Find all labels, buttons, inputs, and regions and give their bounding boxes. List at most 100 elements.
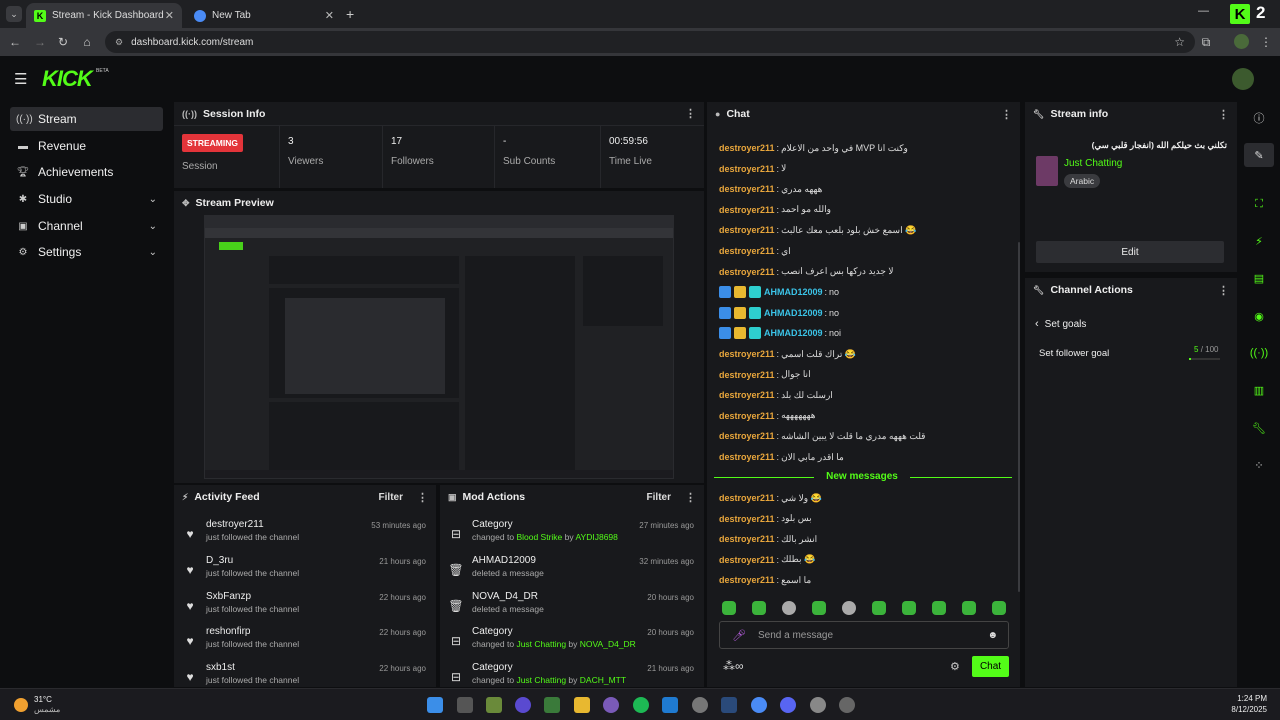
chat-username[interactable]: destroyer211 — [719, 267, 775, 277]
layout-icon[interactable]: ▥ — [1244, 378, 1274, 402]
chat-username[interactable]: destroyer211 — [719, 143, 775, 153]
chat-username[interactable]: destroyer211 — [719, 184, 775, 194]
chat-username[interactable]: destroyer211 — [719, 349, 775, 359]
emote-icon[interactable] — [992, 601, 1006, 615]
weather-temperature[interactable]: 31°C — [34, 695, 52, 704]
forward-icon[interactable]: → — [32, 34, 48, 50]
emoji-picker-icon[interactable]: ☻ — [987, 630, 998, 641]
sidebar-item-channel[interactable]: ▣ Channel ⌄ — [10, 214, 163, 238]
broadcast-icon[interactable]: ((·)) — [1244, 341, 1274, 365]
reload-icon[interactable]: ↻ — [55, 34, 71, 50]
chrome-icon[interactable] — [751, 697, 767, 713]
emote-icon[interactable] — [872, 601, 886, 615]
emote-icon[interactable] — [842, 601, 856, 615]
emote-icon[interactable] — [962, 601, 976, 615]
emote-icon[interactable] — [902, 601, 916, 615]
chat-users-icon[interactable]: ⁂∞ — [723, 659, 744, 673]
chat-username[interactable]: AHMAD12009 — [764, 308, 823, 318]
kebab-menu-icon[interactable]: ⋮ — [685, 491, 696, 504]
sidebar-item-studio[interactable]: ✱ Studio ⌄ — [10, 187, 163, 211]
chat-username[interactable]: destroyer211 — [719, 390, 775, 400]
lightning-icon[interactable]: ⚡︎ — [1244, 229, 1274, 253]
activity-user[interactable]: SxbFanzp — [206, 591, 299, 602]
taskbar-app-icon[interactable] — [457, 697, 473, 713]
obs-icon[interactable] — [692, 697, 708, 713]
vscode-icon[interactable] — [662, 697, 678, 713]
emote-icon[interactable] — [722, 601, 736, 615]
taskbar-app-icon[interactable] — [515, 697, 531, 713]
site-info-icon[interactable]: ⚙ — [115, 37, 123, 48]
edit-pencil-icon[interactable]: ✎ — [1244, 143, 1274, 167]
steam-icon[interactable] — [721, 697, 737, 713]
microphone-icon[interactable]: 🎤︎ — [732, 629, 746, 642]
activity-user[interactable]: reshonfirp — [206, 626, 299, 637]
browser-menu-icon[interactable]: ⋮ — [1258, 34, 1274, 50]
emote-icon[interactable] — [932, 601, 946, 615]
category-thumbnail[interactable] — [1036, 156, 1058, 186]
mod-action-subject[interactable]: NOVA_D4_DR — [472, 591, 544, 602]
clipboard-icon[interactable]: ▤ — [1244, 266, 1274, 290]
chat-bubble-icon[interactable]: ◉ — [1244, 304, 1274, 328]
close-tab-icon[interactable]: ✕ — [325, 9, 334, 22]
profile-avatar[interactable] — [1234, 34, 1249, 49]
chat-username[interactable]: destroyer211 — [719, 246, 775, 256]
mod-action-category[interactable]: Blood Strike — [516, 532, 562, 542]
stream-category[interactable]: Just Chatting — [1064, 158, 1122, 169]
mod-action-category[interactable]: Just Chatting — [516, 639, 566, 649]
hamburger-menu-icon[interactable]: ☰ — [14, 70, 27, 88]
minimize-icon[interactable]: — — [1198, 5, 1209, 17]
activity-user[interactable]: destroyer211 — [206, 519, 299, 530]
chat-input[interactable]: 🎤︎ Send a message ☻ — [719, 621, 1009, 649]
chat-username[interactable]: destroyer211 — [719, 205, 775, 215]
mod-action-subject[interactable]: AHMAD12009 — [472, 555, 544, 566]
address-bar[interactable]: ⚙ dashboard.kick.com/stream ☆ — [105, 31, 1195, 53]
windows-start-icon[interactable] — [427, 697, 443, 713]
spotify-icon[interactable] — [633, 697, 649, 713]
chat-username[interactable]: destroyer211 — [719, 514, 775, 524]
mod-action-category[interactable]: Just Chatting — [516, 675, 566, 685]
activity-user[interactable]: sxb1st — [206, 662, 299, 673]
kebab-menu-icon[interactable]: ⋮ — [417, 491, 428, 504]
follower-goal-label[interactable]: Set follower goal — [1039, 348, 1109, 359]
taskbar-app-icon[interactable] — [810, 697, 826, 713]
chat-username[interactable]: destroyer211 — [719, 534, 775, 544]
fullscreen-icon[interactable]: ⛶ — [1244, 192, 1274, 216]
chat-username[interactable]: destroyer211 — [719, 575, 775, 585]
kebab-menu-icon[interactable]: ⋮ — [1001, 108, 1012, 121]
chat-scrollbar[interactable] — [1018, 242, 1020, 592]
sidebar-item-settings[interactable]: ⚙ Settings ⌄ — [10, 240, 163, 264]
back-icon[interactable]: ← — [7, 34, 23, 50]
chat-username[interactable]: AHMAD12009 — [764, 287, 823, 297]
activity-user[interactable]: D_3ru — [206, 555, 299, 566]
sidebar-item-stream[interactable]: ((·)) Stream — [10, 107, 163, 131]
chat-send-button[interactable]: Chat — [972, 656, 1009, 677]
wrench-icon[interactable]: 🔧︎ — [1244, 416, 1274, 440]
stream-preview-video[interactable] — [204, 215, 674, 479]
bookmark-star-icon[interactable]: ☆ — [1174, 35, 1185, 49]
kebab-menu-icon[interactable]: ⋮ — [1218, 108, 1229, 121]
info-icon[interactable]: ⓘ — [1244, 106, 1274, 130]
tab-new-tab[interactable]: New Tab ✕ — [186, 3, 342, 28]
chat-username[interactable]: destroyer211 — [719, 370, 775, 380]
new-messages-label[interactable]: New messages — [814, 471, 910, 482]
emote-icon[interactable] — [752, 601, 766, 615]
mod-action-user[interactable]: AYDIJ8698 — [576, 532, 618, 542]
taskbar-app-icon[interactable] — [544, 697, 560, 713]
close-tab-icon[interactable]: ✕ — [165, 9, 174, 22]
extensions-icon[interactable]: ⧉ — [1198, 34, 1214, 50]
user-avatar[interactable] — [1232, 68, 1254, 90]
kebab-menu-icon[interactable]: ⋮ — [685, 107, 696, 120]
mod-action-user[interactable]: DACH_MTT — [580, 675, 626, 685]
tab-search-icon[interactable]: ⌄ — [6, 6, 22, 22]
edit-stream-info-button[interactable]: Edit — [1036, 241, 1224, 263]
clock-date[interactable]: 8/12/2025 — [1227, 705, 1267, 714]
chat-username[interactable]: destroyer211 — [719, 493, 775, 503]
sidebar-item-revenue[interactable]: ▬ Revenue — [10, 134, 163, 158]
sidebar-item-achievements[interactable]: 🏆︎ Achievements — [10, 160, 163, 184]
chat-username[interactable]: destroyer211 — [719, 555, 775, 565]
chat-username[interactable]: destroyer211 — [719, 164, 775, 174]
widgets-icon[interactable]: ⁘ — [1244, 453, 1274, 477]
tab-kick-dashboard[interactable]: K Stream - Kick Dashboard ✕ — [26, 3, 182, 28]
chat-username[interactable]: destroyer211 — [719, 452, 775, 462]
set-goals-back-button[interactable]: ‹ Set goals — [1035, 318, 1086, 330]
